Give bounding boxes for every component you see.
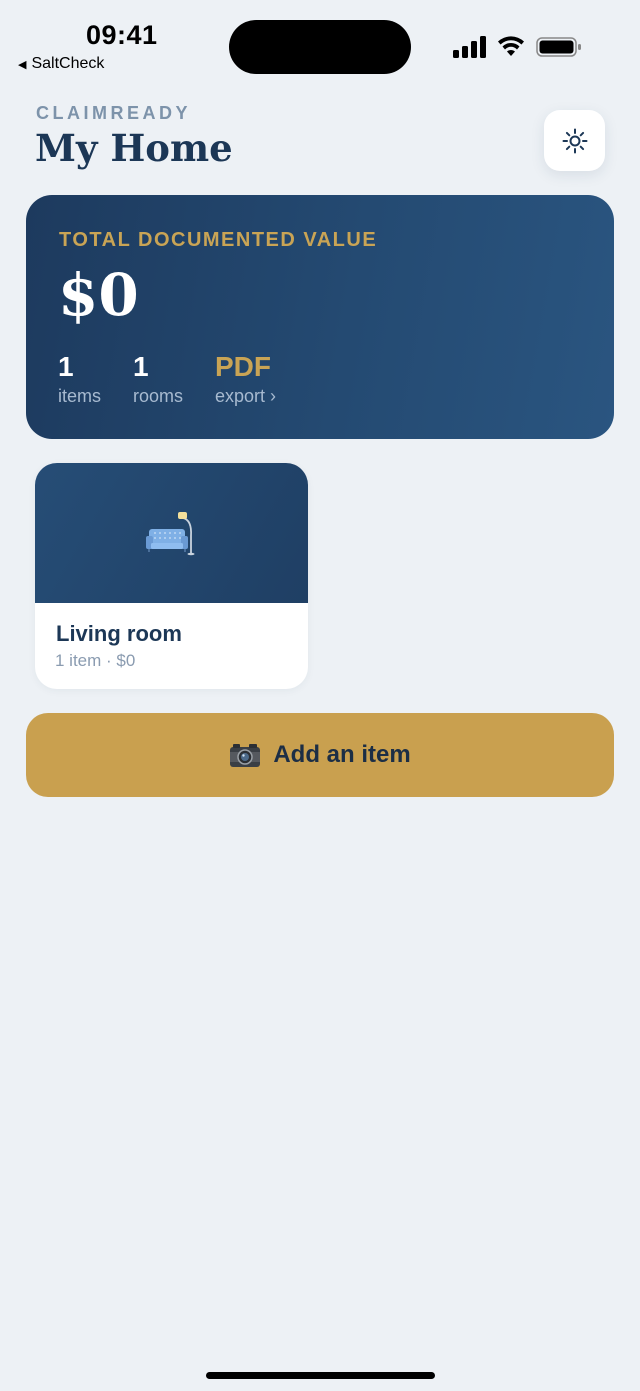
back-triangle-icon: ◀ xyxy=(18,58,27,71)
stat-rooms-number: 1 xyxy=(133,351,149,382)
stat-items: 1 items xyxy=(58,350,101,407)
stat-items-label: items xyxy=(58,386,102,406)
add-item-label: Add an item xyxy=(273,741,411,768)
add-item-button[interactable]: Add an item xyxy=(26,713,614,797)
stat-items-number: 1 xyxy=(58,351,74,382)
stat-rooms-label: rooms xyxy=(133,386,184,406)
brand-label: CLAIMREADY xyxy=(36,103,191,123)
room-name: Living room xyxy=(56,621,182,646)
sofa-lamp-icon xyxy=(145,512,194,556)
pdf-export-title: PDF xyxy=(215,351,271,382)
sun-icon xyxy=(562,128,587,153)
back-to-app-link[interactable]: ◀ SaltCheck xyxy=(18,55,104,73)
total-value-label: TOTAL DOCUMENTED VALUE xyxy=(59,229,378,251)
status-time: 09:41 xyxy=(86,20,158,50)
total-value-card: TOTAL DOCUMENTED VALUE $0 1 items 1 room… xyxy=(26,195,614,439)
cellular-signal-icon xyxy=(453,36,486,58)
theme-toggle-button[interactable] xyxy=(544,110,605,171)
pdf-export-link[interactable]: PDF export › xyxy=(215,350,276,407)
stat-rooms: 1 rooms xyxy=(133,350,183,407)
back-app-label: SaltCheck xyxy=(31,55,105,72)
room-card-living-room[interactable]: Living room 1 item · $0 xyxy=(35,463,308,689)
page-title: My Home xyxy=(35,126,233,170)
dynamic-island xyxy=(229,20,411,74)
room-meta: 1 item · $0 xyxy=(55,651,136,670)
room-card-hero xyxy=(35,463,308,603)
camera-icon xyxy=(230,744,261,767)
wifi-icon xyxy=(498,36,524,56)
home-indicator[interactable] xyxy=(206,1372,435,1379)
battery-icon xyxy=(536,37,581,57)
pdf-export-label: export › xyxy=(215,386,277,406)
home-screen: 09:41 ◀ SaltCheck CLAIMREADY My Home TOT… xyxy=(0,0,640,1391)
total-value-amount: $0 xyxy=(58,261,139,329)
